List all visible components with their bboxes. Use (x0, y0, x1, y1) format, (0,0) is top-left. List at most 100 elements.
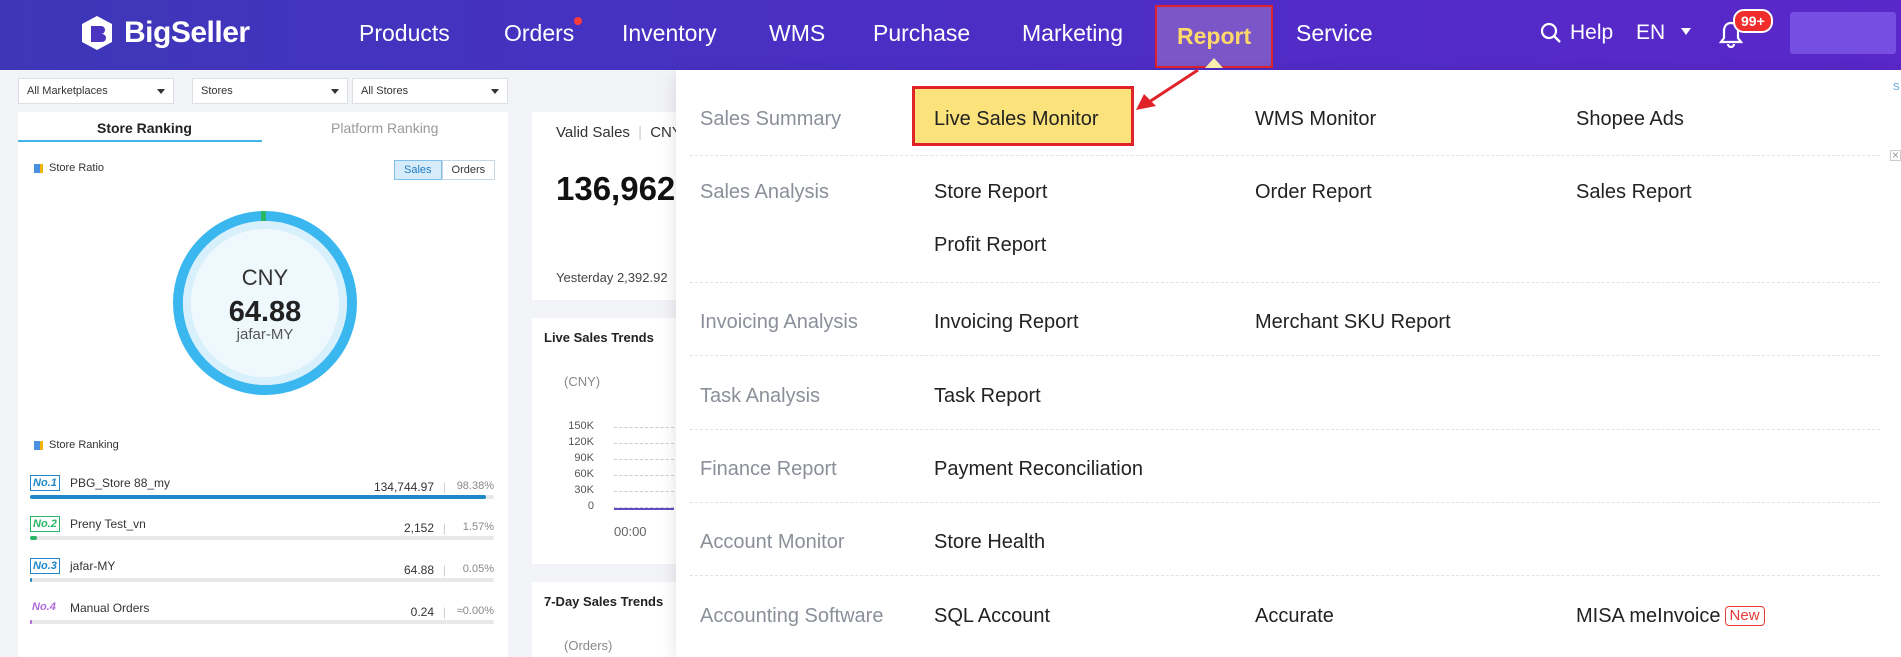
nav-report[interactable]: Report (1155, 5, 1274, 68)
bigseller-logo[interactable]: BigSeller (78, 14, 250, 52)
menu-item-shopee-ads[interactable]: Shopee Ads (1576, 108, 1684, 131)
menu-item-label: MISA meInvoice (1576, 605, 1721, 627)
tab-store-ranking[interactable]: Store Ranking (97, 120, 192, 136)
menu-category: Sales Analysis (700, 181, 829, 203)
nav-marketing[interactable]: Marketing (1022, 0, 1123, 70)
menu-item-profit-report[interactable]: Profit Report (934, 234, 1046, 257)
table-row[interactable]: No.1 PBG_Store 88_my 134,744.97 | 98.38% (30, 475, 494, 499)
help-link[interactable]: Help (1540, 0, 1613, 66)
menu-category: Accounting Software (700, 605, 884, 627)
menu-item-accurate[interactable]: Accurate (1255, 605, 1334, 628)
seven-day-trends-title: 7-Day Sales Trends (544, 594, 664, 609)
valid-sales-header: Valid Sales | CNY (556, 124, 682, 141)
trends-unit: (CNY) (564, 374, 601, 389)
table-row[interactable]: No.4 Manual Orders 0.24 | ≈0.00% (30, 600, 494, 624)
menu-item-payment-reconciliation[interactable]: Payment Reconciliation (934, 458, 1143, 481)
toggle-sales[interactable]: Sales (394, 160, 442, 180)
nav-wms[interactable]: WMS (769, 0, 825, 70)
menu-item-label: Payment Reconciliation (934, 458, 1143, 480)
menu-item-misa-meinvoice[interactable]: MISA meInvoice New (1576, 605, 1765, 628)
menu-item-label: Live Sales Monitor (934, 108, 1099, 130)
all-stores-select[interactable]: All Stores (352, 78, 508, 104)
user-avatar[interactable] (1790, 12, 1896, 54)
share-bar-track (30, 536, 494, 540)
menu-category: Account Monitor (700, 531, 845, 553)
nav-inventory[interactable]: Inventory (622, 0, 717, 70)
table-row[interactable]: No.2 Preny Test_vn 2,152 | 1.57% (30, 516, 494, 540)
nav-products[interactable]: Products (359, 0, 450, 70)
separator: | (442, 605, 446, 619)
store-percentage: 98.38% (456, 480, 494, 492)
active-tab-underline (18, 140, 262, 142)
menu-category: Finance Report (700, 458, 837, 480)
nav-service[interactable]: Service (1296, 0, 1373, 70)
menu-item-order-report[interactable]: Order Report (1255, 181, 1372, 204)
y-tick-label: 120K (568, 436, 594, 448)
menu-item-store-health[interactable]: Store Health (934, 531, 1045, 554)
store-name: Manual Orders (70, 601, 150, 615)
menu-item-sql-account[interactable]: SQL Account (934, 605, 1050, 628)
store-name: Preny Test_vn (70, 517, 146, 531)
marketplace-select[interactable]: All Marketplaces (18, 78, 174, 104)
menu-item-wms-monitor[interactable]: WMS Monitor (1255, 108, 1376, 131)
menu-item-store-report[interactable]: Store Report (934, 181, 1047, 204)
y-tick-label: 150K (568, 420, 594, 432)
share-bar (30, 495, 487, 499)
share-bar-track (30, 495, 494, 499)
chart-icon (34, 440, 43, 450)
live-sales-trends-card: Live Sales Trends (CNY) 150K 120K 90K 60K 30… (532, 318, 680, 564)
donut-store-name: jafar-MY (236, 326, 294, 343)
trends-x-tick: 00:00 (614, 524, 647, 539)
rank-badge: No.3 (30, 558, 60, 574)
nav-report-label: Report (1177, 23, 1252, 49)
brand-name: BigSeller (124, 16, 250, 49)
tab-platform-ranking[interactable]: Platform Ranking (331, 120, 438, 136)
menu-item-label: Shopee Ads (1576, 108, 1684, 130)
separator: | (442, 480, 446, 494)
nav-orders[interactable]: Orders (504, 0, 583, 70)
chevron-down-icon (1681, 28, 1692, 35)
menu-item-label: Profit Report (934, 234, 1047, 256)
bigseller-logo-icon (82, 16, 112, 50)
sales-orders-toggle: Sales Orders (394, 160, 496, 180)
menu-category: Task Analysis (700, 385, 821, 407)
grid-line (614, 475, 674, 476)
rank-badge: No.2 (30, 516, 60, 532)
separator: | (442, 563, 446, 577)
menu-item-task-report[interactable]: Task Report (934, 385, 1041, 408)
trends-line (614, 508, 674, 510)
valid-sales-card: Valid Sales | CNY 136,962. Yesterday 2,3… (532, 112, 684, 300)
menu-item-merchant-sku-report[interactable]: Merchant SKU Report (1255, 311, 1451, 334)
yesterday-sales: Yesterday 2,392.92 (556, 270, 668, 285)
toggle-orders[interactable]: Orders (441, 160, 496, 180)
menu-item-live-sales-monitor[interactable]: Live Sales Monitor (934, 108, 1099, 131)
close-icon[interactable]: × (1890, 149, 1901, 161)
grid-line (614, 491, 674, 492)
stores-select[interactable]: Stores (192, 78, 348, 104)
all-stores-select-value: All Stores (361, 85, 409, 97)
table-row[interactable]: No.3 jafar-MY 64.88 | 0.05% (30, 558, 494, 582)
share-bar (30, 536, 38, 540)
menu-item-sales-report[interactable]: Sales Report (1576, 181, 1692, 204)
store-percentage: 0.05% (462, 563, 494, 575)
help-label: Help (1570, 21, 1614, 44)
store-amount: 0.24 (410, 605, 434, 619)
store-percentage: ≈0.00% (456, 605, 494, 617)
menu-category: Sales Summary (700, 108, 842, 130)
menu-item-invoicing-report[interactable]: Invoicing Report (934, 311, 1079, 334)
y-tick-label: 90K (574, 452, 594, 464)
grid-line (614, 427, 674, 428)
store-name: PBG_Store 88_my (70, 476, 171, 490)
new-badge: New (1724, 606, 1765, 626)
marketplace-select-value: All Marketplaces (27, 85, 108, 97)
menu-item-label: Merchant SKU Report (1255, 311, 1451, 333)
top-nav-bar: BigSeller Products Orders Inventory WMS … (0, 0, 1901, 70)
store-amount: 2,152 (403, 521, 434, 535)
language-select[interactable]: EN (1636, 0, 1692, 66)
seven-day-trends-card: 7-Day Sales Trends (Orders) (532, 582, 680, 657)
separator: | (442, 521, 446, 535)
menu-row (690, 503, 1880, 576)
store-percentage: 1.57% (462, 521, 494, 533)
nav-purchase[interactable]: Purchase (873, 0, 970, 70)
store-ratio-label: Store Ratio (49, 162, 105, 174)
